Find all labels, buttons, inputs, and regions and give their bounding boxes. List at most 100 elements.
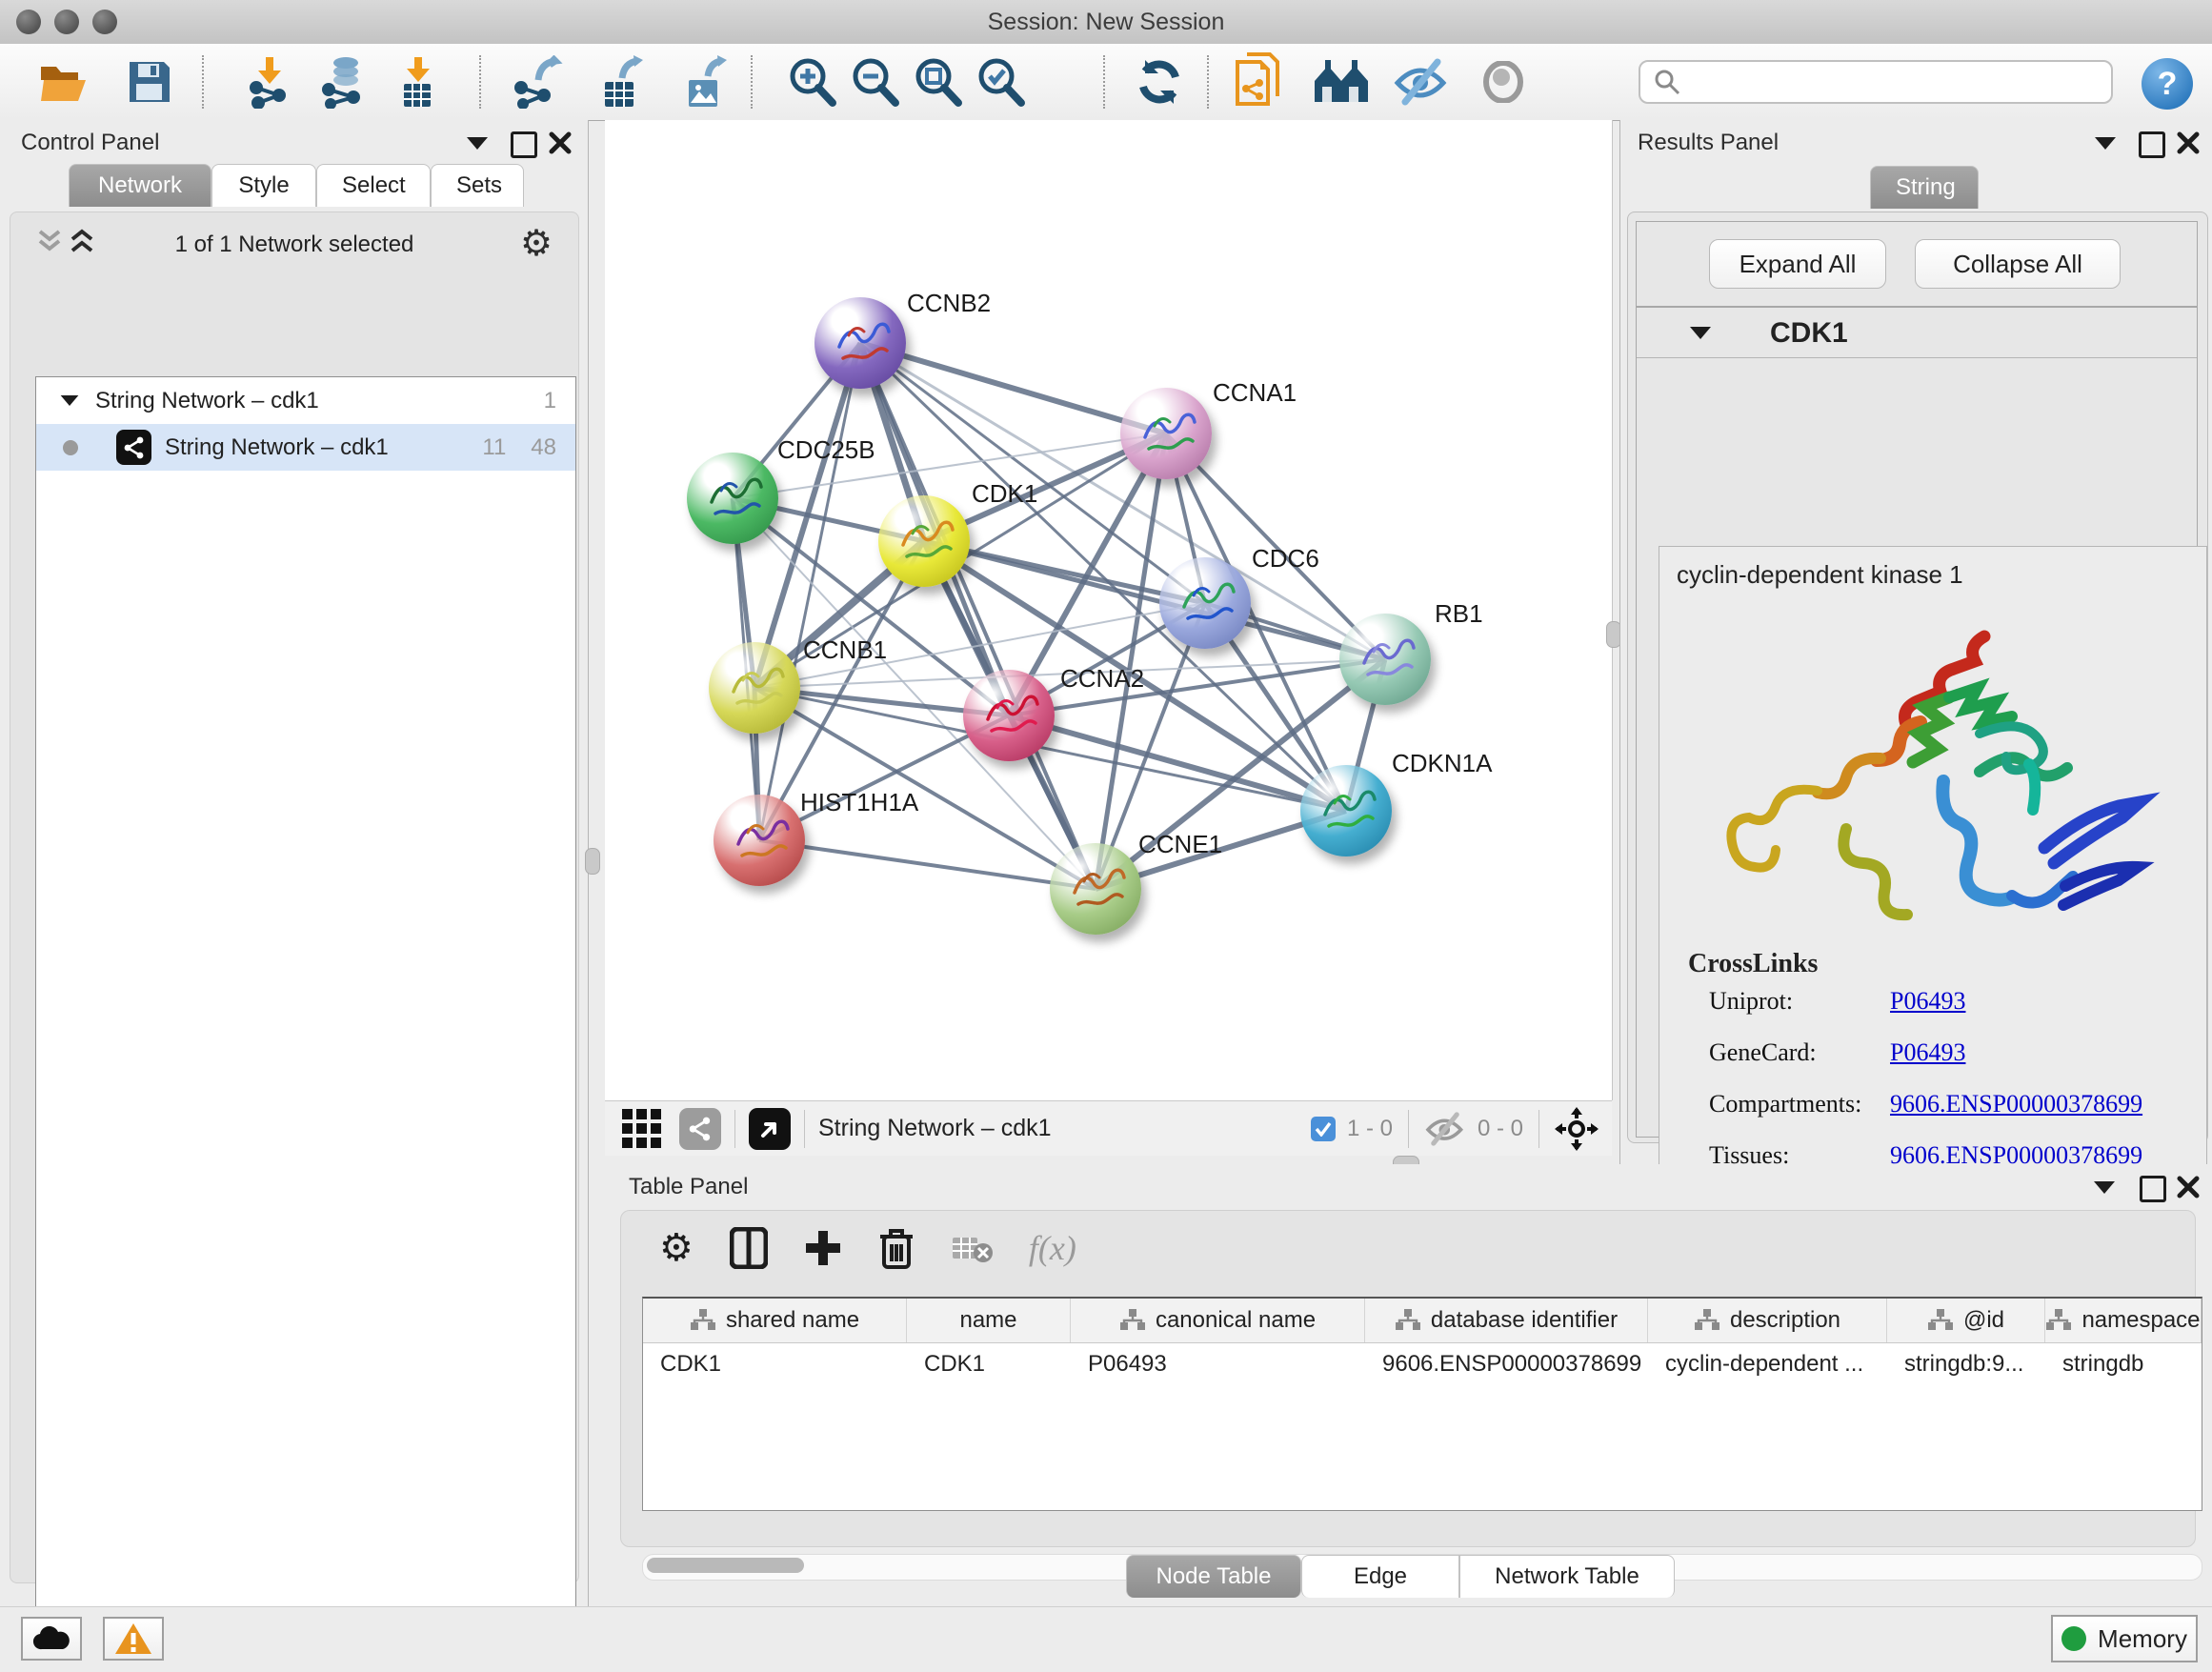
- delete-column-trash-icon[interactable]: [878, 1227, 915, 1269]
- show-all-eye-icon[interactable]: [1475, 53, 1532, 111]
- window-titlebar: Session: New Session: [0, 0, 2212, 45]
- string-protein-query-icon[interactable]: [1232, 53, 1289, 111]
- column-header-shared-name[interactable]: shared name: [643, 1299, 907, 1342]
- node-CDK1[interactable]: [878, 495, 970, 587]
- tab-node-table[interactable]: Node Table: [1126, 1555, 1301, 1598]
- panel-menu-icon[interactable]: [2095, 137, 2116, 150]
- scrollbar-thumb[interactable]: [647, 1558, 804, 1573]
- crosslink-link[interactable]: P06493: [1890, 1038, 1965, 1067]
- panel-close-icon[interactable]: [2176, 1175, 2201, 1199]
- hidden-eye-slash-icon: [1424, 1112, 1466, 1146]
- function-builder-icon[interactable]: f(x): [1029, 1228, 1076, 1268]
- export-network-icon[interactable]: [508, 53, 565, 111]
- panel-float-icon[interactable]: [511, 131, 537, 158]
- selected-checkbox-icon[interactable]: [1311, 1117, 1336, 1141]
- tab-select[interactable]: Select: [316, 164, 431, 207]
- zoom-fit-icon[interactable]: [909, 53, 966, 111]
- string-home-icon[interactable]: [1313, 53, 1370, 111]
- table-cell[interactable]: 9606.ENSP00000378699: [1365, 1343, 1648, 1385]
- panel-close-icon[interactable]: [2176, 131, 2201, 155]
- node-CCNB2[interactable]: [814, 297, 906, 389]
- zoom-out-icon[interactable]: [846, 53, 903, 111]
- table-cell[interactable]: stringdb: [2045, 1343, 2202, 1385]
- column-header-namespace[interactable]: namespace: [2045, 1299, 2202, 1342]
- table-toolbar: ⚙ f(x): [621, 1211, 2195, 1270]
- search-input[interactable]: [1639, 60, 2113, 104]
- panel-close-icon[interactable]: [548, 131, 573, 155]
- node-CDC6[interactable]: [1159, 557, 1251, 649]
- add-column-icon[interactable]: [804, 1229, 842, 1267]
- birdseye-navigator-icon[interactable]: [1555, 1107, 1599, 1151]
- table-cell[interactable]: stringdb:9...: [1887, 1343, 2045, 1385]
- divider: [1408, 1110, 1409, 1148]
- table-tabs: Node Table Edge Table Network Table: [1126, 1555, 1675, 1598]
- import-network-file-icon[interactable]: [241, 53, 298, 111]
- collection-expand-icon[interactable]: [61, 395, 79, 406]
- refresh-icon[interactable]: [1131, 53, 1188, 111]
- table-container: ⚙ f(x) shared namenamecanonical namedata…: [620, 1210, 2196, 1547]
- table-cell[interactable]: P06493: [1071, 1343, 1365, 1385]
- hide-selected-eye-slash-icon[interactable]: [1393, 53, 1450, 111]
- column-header-description[interactable]: description: [1648, 1299, 1887, 1342]
- detach-view-icon[interactable]: [749, 1108, 791, 1150]
- gear-icon[interactable]: ⚙: [520, 222, 553, 265]
- show-columns-icon[interactable]: [730, 1227, 768, 1269]
- import-table-icon[interactable]: [389, 53, 446, 111]
- panel-menu-icon[interactable]: [467, 137, 488, 150]
- save-session-icon[interactable]: [121, 53, 178, 111]
- zoom-in-icon[interactable]: [783, 53, 840, 111]
- network-canvas[interactable]: CCNB2CCNA1CDC25BCDK1CDC6RB1CCNB1CCNA2CDK…: [605, 120, 1613, 1100]
- crosslink-link[interactable]: 9606.ENSP00000378699: [1890, 1090, 2142, 1118]
- tab-edge-table[interactable]: Edge Table: [1301, 1555, 1459, 1598]
- node-HIST1H1A[interactable]: [714, 795, 805, 886]
- node-CDKN1A[interactable]: [1300, 765, 1392, 856]
- expand-all-button[interactable]: Expand All: [1709, 239, 1886, 289]
- zoom-selected-icon[interactable]: [972, 53, 1029, 111]
- delete-table-icon[interactable]: [951, 1232, 993, 1264]
- import-network-database-icon[interactable]: [315, 53, 372, 111]
- tab-string[interactable]: String: [1870, 166, 1979, 209]
- table-row[interactable]: CDK1CDK1P064939606.ENSP00000378699cyclin…: [643, 1343, 2202, 1385]
- gene-collapse-icon[interactable]: [1690, 327, 1711, 339]
- tab-style[interactable]: Style: [211, 164, 316, 207]
- table-cell[interactable]: cyclin-dependent ...: [1648, 1343, 1887, 1385]
- network-collection-row[interactable]: String Network – cdk1 1: [36, 377, 575, 424]
- column-header-name[interactable]: name: [907, 1299, 1071, 1342]
- warnings-button[interactable]: [103, 1617, 164, 1661]
- tab-network-table[interactable]: Network Table: [1459, 1555, 1675, 1598]
- collapse-all-button[interactable]: Collapse All: [1915, 239, 2121, 289]
- memory-button[interactable]: Memory: [2051, 1615, 2198, 1662]
- help-icon[interactable]: ?: [2142, 58, 2193, 110]
- column-header--id[interactable]: @id: [1887, 1299, 2045, 1342]
- panel-float-icon[interactable]: [2140, 1176, 2166, 1202]
- export-table-icon[interactable]: [592, 53, 649, 111]
- table-cell[interactable]: CDK1: [643, 1343, 907, 1385]
- panel-menu-icon[interactable]: [2094, 1181, 2115, 1194]
- column-header-canonical-name[interactable]: canonical name: [1071, 1299, 1365, 1342]
- table-settings-gear-icon[interactable]: ⚙: [659, 1226, 694, 1270]
- node-RB1[interactable]: [1339, 614, 1431, 705]
- network-row[interactable]: String Network – cdk1 11 48: [36, 424, 575, 471]
- network-share-view-icon[interactable]: [679, 1108, 721, 1150]
- node-CDC25B[interactable]: [687, 453, 778, 544]
- node-CCNA1[interactable]: [1120, 388, 1212, 479]
- crosslink-link[interactable]: P06493: [1890, 987, 1965, 1016]
- table-cell[interactable]: CDK1: [907, 1343, 1071, 1385]
- node-CCNE1[interactable]: [1050, 843, 1141, 935]
- cloud-button[interactable]: [21, 1617, 82, 1661]
- node-CCNB1[interactable]: [709, 642, 800, 734]
- grid-view-icon[interactable]: [620, 1107, 664, 1151]
- protein-thumbnail-icon: [687, 453, 778, 544]
- results-panel-title: Results Panel: [1638, 130, 1779, 156]
- export-image-icon[interactable]: [675, 53, 733, 111]
- open-session-icon[interactable]: [35, 53, 92, 111]
- network-view-toolbar: String Network – cdk1 1 - 0 0 - 0: [605, 1100, 1612, 1156]
- node-CCNA2[interactable]: [963, 670, 1055, 761]
- tab-network[interactable]: Network: [69, 164, 211, 207]
- network-edge-count: 48: [531, 434, 556, 461]
- tab-sets[interactable]: Sets: [431, 164, 524, 207]
- search-input-field[interactable]: [1680, 68, 2094, 96]
- column-header-database-identifier[interactable]: database identifier: [1365, 1299, 1648, 1342]
- panel-float-icon[interactable]: [2139, 131, 2165, 158]
- left-splitter-handle[interactable]: [585, 848, 600, 875]
